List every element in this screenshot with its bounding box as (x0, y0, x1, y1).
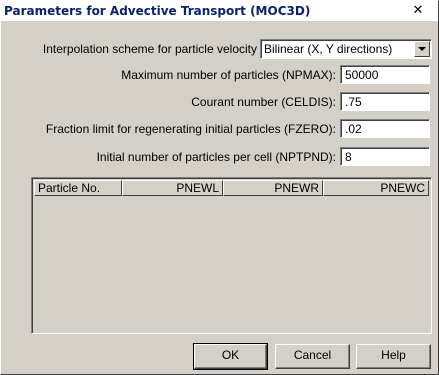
dialog-window: Parameters for Advective Transport (MOC3… (0, 0, 439, 375)
fzero-label: Fraction limit for regenerating initial … (45, 122, 336, 136)
title-bar[interactable]: Parameters for Advective Transport (MOC3… (1, 1, 438, 21)
celdis-label: Courant number (CELDIS): (191, 95, 336, 109)
close-icon[interactable]: ✕ (409, 4, 427, 19)
interpolation-select[interactable]: Bilinear (X, Y directions) (260, 39, 432, 59)
nptpnd-label: Initial number of particles per cell (NP… (96, 150, 336, 164)
cancel-button[interactable]: Cancel (275, 344, 350, 369)
dialog-title: Parameters for Advective Transport (MOC3… (4, 4, 311, 18)
column-header-pnewl[interactable]: PNEWL (122, 180, 223, 196)
npmax-input[interactable]: 50000 (340, 65, 430, 84)
column-header-particle-no[interactable]: Particle No. (34, 180, 122, 196)
npmax-label: Maximum number of particles (NPMAX): (121, 68, 336, 82)
table-header: Particle No. PNEWL PNEWR PNEWC (34, 180, 429, 196)
ok-button[interactable]: OK (193, 343, 268, 370)
column-header-pnewr[interactable]: PNEWR (223, 180, 323, 196)
help-button[interactable]: Help (356, 344, 431, 369)
column-header-pnewc[interactable]: PNEWC (323, 180, 429, 196)
interpolation-label: Interpolation scheme for particle veloci… (42, 42, 257, 56)
celdis-input[interactable]: .75 (340, 92, 430, 111)
particle-table[interactable]: Particle No. PNEWL PNEWR PNEWC (31, 177, 432, 334)
nptpnd-input[interactable]: 8 (340, 147, 430, 166)
interpolation-selected-value: Bilinear (X, Y directions) (264, 42, 393, 56)
chevron-down-icon[interactable] (414, 41, 430, 57)
fzero-input[interactable]: .02 (340, 119, 430, 138)
